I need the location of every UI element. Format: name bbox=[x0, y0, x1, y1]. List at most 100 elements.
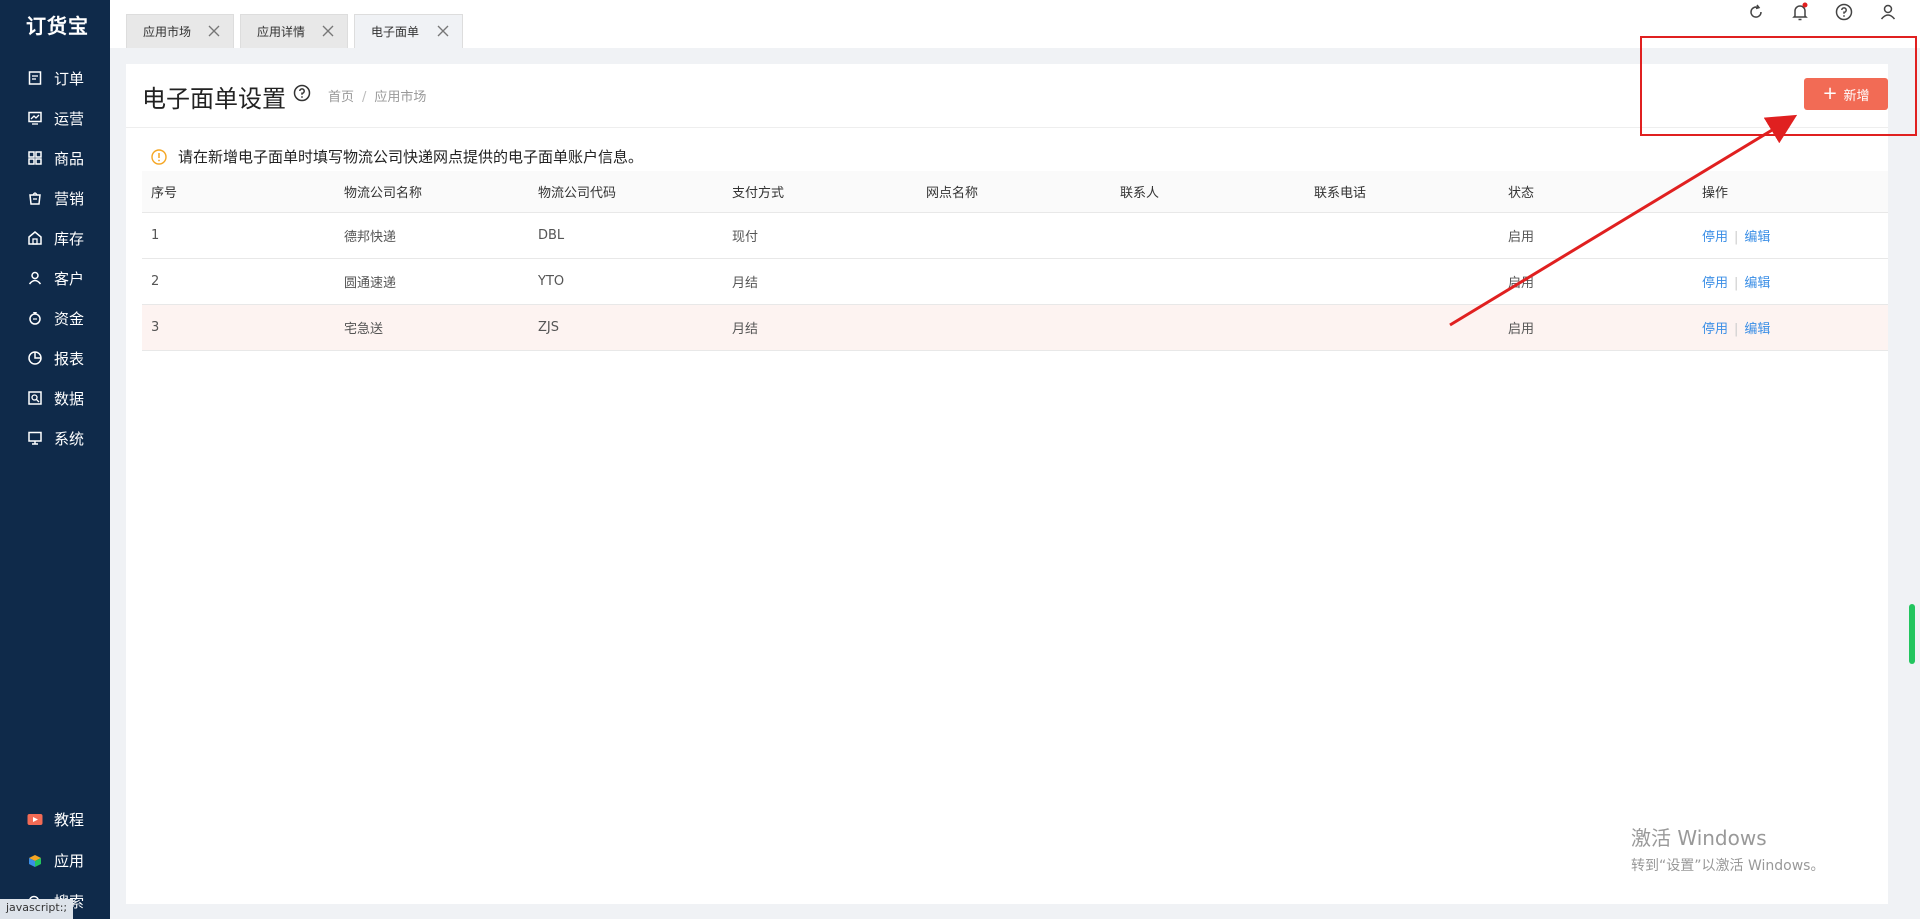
user-icon[interactable] bbox=[1876, 0, 1900, 24]
tab-app-market[interactable]: 应用市场 bbox=[126, 14, 234, 48]
sidebar: 订货宝 订单 运营 商品 营销 库存 客户 资金 报表 数据 系统 教程 应用 bbox=[0, 0, 110, 919]
tab-e-waybill[interactable]: 电子面单 bbox=[354, 14, 463, 48]
nav-item-tutorial[interactable]: 教程 bbox=[0, 799, 110, 840]
data-icon bbox=[27, 390, 43, 406]
customer-icon bbox=[27, 270, 43, 286]
order-icon bbox=[27, 70, 43, 86]
table-row: 2 圆通速递 YTO 月结 启用 停用 | 编辑 bbox=[142, 259, 1888, 305]
column-header: 网点名称 bbox=[926, 186, 979, 201]
help-icon[interactable] bbox=[293, 84, 311, 102]
nav-item-warehouse[interactable]: 库存 bbox=[0, 218, 110, 258]
tab-app-detail[interactable]: 应用详情 bbox=[240, 14, 348, 48]
nav-label: 数据 bbox=[54, 389, 85, 408]
nav-label: 商品 bbox=[54, 149, 85, 168]
breadcrumb: 首页 / 应用市场 bbox=[328, 90, 427, 105]
table-header: 序号 物流公司名称 物流公司代码 支付方式 网点名称 联系人 联系电话 状态 操… bbox=[142, 171, 1888, 213]
cell-status: 启用 bbox=[1508, 322, 1535, 337]
page-title: 电子面单设置 bbox=[142, 85, 286, 113]
disable-link[interactable]: 停用 bbox=[1702, 276, 1728, 291]
close-icon[interactable] bbox=[436, 24, 450, 38]
cell-status: 启用 bbox=[1508, 230, 1535, 245]
cell-no: 3 bbox=[151, 320, 160, 335]
breadcrumb-app-market[interactable]: 应用市场 bbox=[374, 90, 426, 105]
goods-icon bbox=[27, 150, 43, 166]
nav-item-operation[interactable]: 运营 bbox=[0, 98, 110, 138]
nav-item-customer[interactable]: 客户 bbox=[0, 258, 110, 298]
scrollbar-thumb[interactable] bbox=[1909, 604, 1915, 664]
notice-text: 请在新增电子面单时填写物流公司快递网点提供的电子面单账户信息。 bbox=[178, 148, 644, 166]
system-icon bbox=[27, 430, 43, 446]
tab-label: 应用市场 bbox=[143, 25, 192, 39]
watermark-line-2: 转到“设置”以激活 Windows。 bbox=[1631, 858, 1825, 874]
nav-label: 系统 bbox=[54, 429, 85, 448]
tutorial-icon bbox=[27, 812, 43, 828]
cell-status: 启用 bbox=[1508, 276, 1535, 291]
disable-link[interactable]: 停用 bbox=[1702, 230, 1728, 245]
cell-payment: 现付 bbox=[732, 230, 759, 245]
column-header: 支付方式 bbox=[732, 186, 785, 201]
warning-icon bbox=[151, 148, 167, 165]
app-logo[interactable]: 订货宝 bbox=[26, 10, 89, 39]
cell-company-name: 圆通速递 bbox=[344, 276, 397, 291]
cell-no: 1 bbox=[151, 228, 160, 243]
operation-icon bbox=[27, 110, 43, 126]
nav-label: 报表 bbox=[54, 349, 85, 368]
edit-link[interactable]: 编辑 bbox=[1744, 322, 1770, 337]
report-icon bbox=[27, 350, 43, 366]
edit-link[interactable]: 编辑 bbox=[1744, 276, 1770, 291]
column-header: 物流公司名称 bbox=[344, 186, 423, 201]
info-notice: 请在新增电子面单时填写物流公司快递网点提供的电子面单账户信息。 bbox=[151, 146, 643, 167]
nav-item-funds[interactable]: 资金 bbox=[0, 298, 110, 338]
help-circle-icon[interactable] bbox=[1832, 0, 1856, 24]
cell-company-code: ZJS bbox=[538, 320, 559, 335]
cell-no: 2 bbox=[151, 274, 160, 289]
nav-item-order[interactable]: 订单 bbox=[0, 58, 110, 98]
nav-label: 订单 bbox=[54, 69, 85, 88]
cell-payment: 月结 bbox=[732, 276, 759, 291]
nav-label: 运营 bbox=[54, 109, 85, 128]
warehouse-icon bbox=[27, 230, 43, 246]
nav-item-data[interactable]: 数据 bbox=[0, 378, 110, 418]
column-header: 联系人 bbox=[1120, 186, 1160, 201]
waybill-table: 序号 物流公司名称 物流公司代码 支付方式 网点名称 联系人 联系电话 状态 操… bbox=[142, 171, 1888, 351]
funds-icon bbox=[27, 310, 43, 326]
table-row: 3 宅急送 ZJS 月结 启用 停用 | 编辑 bbox=[142, 305, 1888, 351]
cell-company-name: 德邦快递 bbox=[344, 230, 397, 245]
nav-item-marketing[interactable]: 营销 bbox=[0, 178, 110, 218]
breadcrumb-home[interactable]: 首页 bbox=[328, 90, 354, 105]
marketing-icon bbox=[27, 190, 43, 206]
main-nav: 订单 运营 商品 营销 库存 客户 资金 报表 数据 系统 bbox=[0, 58, 110, 458]
nav-item-system[interactable]: 系统 bbox=[0, 418, 110, 458]
apps-icon bbox=[27, 853, 43, 869]
nav-item-apps[interactable]: 应用 bbox=[0, 840, 110, 881]
page-header: 电子面单设置 首页 / 应用市场 + 新增 bbox=[126, 64, 1888, 128]
column-header: 状态 bbox=[1508, 186, 1535, 201]
column-header: 联系电话 bbox=[1314, 186, 1367, 201]
tab-label: 应用详情 bbox=[257, 25, 306, 39]
windows-activation-watermark: 激活 Windows 转到“设置”以激活 Windows。 bbox=[1631, 822, 1824, 875]
disable-link[interactable]: 停用 bbox=[1702, 322, 1728, 337]
close-icon[interactable] bbox=[321, 24, 335, 38]
cell-payment: 月结 bbox=[732, 322, 759, 337]
refresh-icon[interactable] bbox=[1744, 0, 1768, 24]
column-header: 物流公司代码 bbox=[538, 186, 617, 201]
cell-company-code: YTO bbox=[538, 274, 565, 289]
cell-actions: 停用 | 编辑 bbox=[1702, 230, 1771, 245]
nav-label: 教程 bbox=[54, 811, 85, 829]
nav-label: 营销 bbox=[54, 189, 85, 208]
nav-label: 库存 bbox=[54, 229, 85, 248]
cell-actions: 停用 | 编辑 bbox=[1702, 322, 1771, 337]
notification-bell-icon[interactable] bbox=[1788, 0, 1812, 24]
nav-item-goods[interactable]: 商品 bbox=[0, 138, 110, 178]
column-header: 序号 bbox=[151, 186, 178, 201]
table-row: 1 德邦快递 DBL 现付 启用 停用 | 编辑 bbox=[142, 213, 1888, 259]
close-icon[interactable] bbox=[207, 24, 221, 38]
browser-status-bar: javascript:; bbox=[0, 899, 74, 919]
nav-label: 客户 bbox=[54, 269, 85, 288]
nav-item-report[interactable]: 报表 bbox=[0, 338, 110, 378]
edit-link[interactable]: 编辑 bbox=[1744, 230, 1770, 245]
cell-company-name: 宅急送 bbox=[344, 322, 384, 337]
main-content: 电子面单设置 首页 / 应用市场 + 新增 请在新增电子面单时填写物流公司快递网点提… bbox=[126, 64, 1888, 904]
column-header: 操作 bbox=[1702, 186, 1729, 201]
nav-label: 资金 bbox=[54, 309, 85, 328]
